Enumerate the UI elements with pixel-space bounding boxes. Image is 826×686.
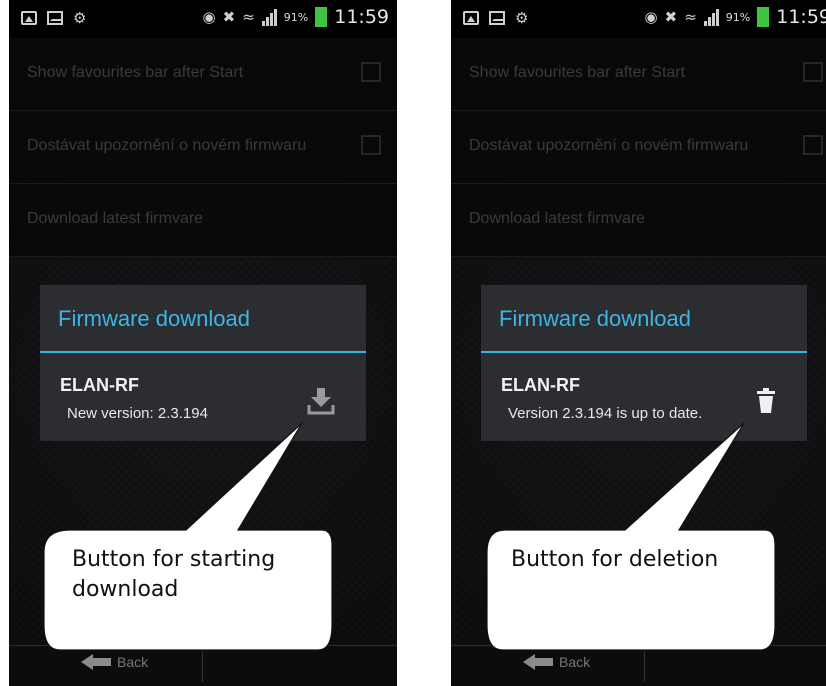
callout-line: download [72,577,179,602]
callout-line: Button for deletion [511,547,719,572]
callout-bubble-download [43,422,333,651]
callout-bubble-delete [486,422,776,651]
callout-delete-text: Button for deletion [511,545,718,575]
callout-download-text: Button for starting download [72,545,275,605]
callout-line: Button for starting [72,547,276,572]
